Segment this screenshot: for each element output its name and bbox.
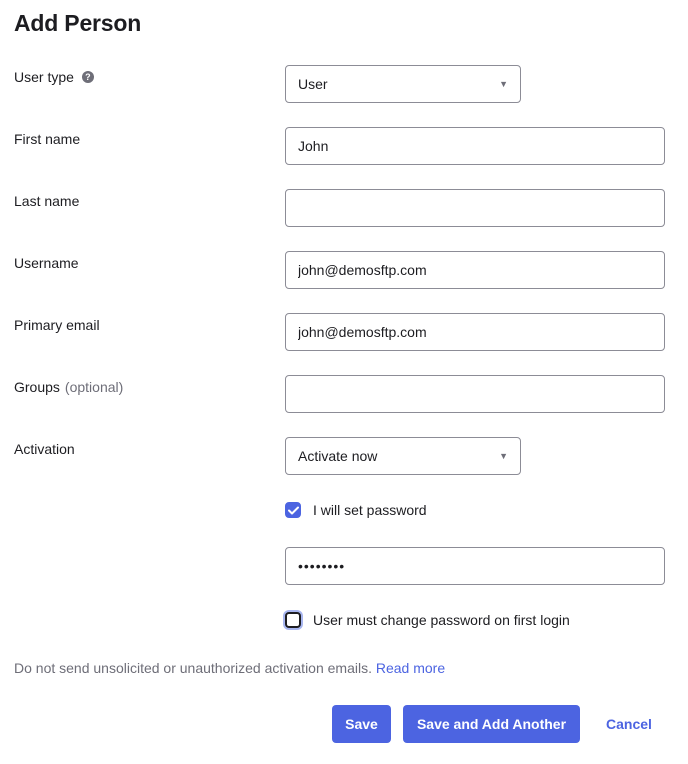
groups-label: Groups — [14, 379, 60, 395]
activation-notice: Do not send unsolicited or unauthorized … — [14, 660, 445, 676]
username-label: Username — [14, 255, 79, 271]
last-name-label: Last name — [14, 193, 80, 209]
caret-down-icon: ▼ — [499, 79, 508, 89]
cancel-button[interactable]: Cancel — [594, 705, 664, 743]
user-type-label-row: User type ? — [14, 69, 94, 85]
activation-value: Activate now — [298, 448, 378, 464]
activation-notice-text: Do not send unsolicited or unauthorized … — [14, 660, 372, 676]
read-more-link[interactable]: Read more — [376, 660, 445, 676]
groups-optional-hint: (optional) — [64, 379, 124, 395]
set-password-checkbox[interactable] — [285, 502, 301, 518]
must-change-password-label: User must change password on first login — [313, 612, 570, 628]
groups-label-row: Groups (optional) — [14, 379, 123, 395]
save-and-add-another-button[interactable]: Save and Add Another — [403, 705, 580, 743]
checkmark-icon — [287, 506, 299, 514]
primary-email-label: Primary email — [14, 317, 100, 333]
primary-email-input[interactable] — [285, 313, 665, 351]
password-input[interactable] — [285, 547, 665, 585]
groups-input[interactable] — [285, 375, 665, 413]
activation-select[interactable]: Activate now ▼ — [285, 437, 521, 475]
question-circle-icon[interactable]: ? — [81, 71, 94, 83]
set-password-row[interactable]: I will set password — [285, 502, 427, 518]
last-name-input[interactable] — [285, 189, 665, 227]
caret-down-icon: ▼ — [499, 451, 508, 461]
username-input[interactable] — [285, 251, 665, 289]
must-change-password-checkbox[interactable] — [285, 612, 301, 628]
must-change-password-row[interactable]: User must change password on first login — [285, 612, 570, 628]
page-title: Add Person — [14, 10, 142, 36]
user-type-label: User type — [14, 69, 74, 85]
first-name-label: First name — [14, 131, 81, 147]
set-password-label: I will set password — [313, 502, 427, 518]
first-name-input[interactable] — [285, 127, 665, 165]
save-button[interactable]: Save — [332, 705, 391, 743]
activation-label: Activation — [14, 441, 75, 457]
user-type-value: User — [298, 76, 328, 92]
user-type-select[interactable]: User ▼ — [285, 65, 521, 103]
